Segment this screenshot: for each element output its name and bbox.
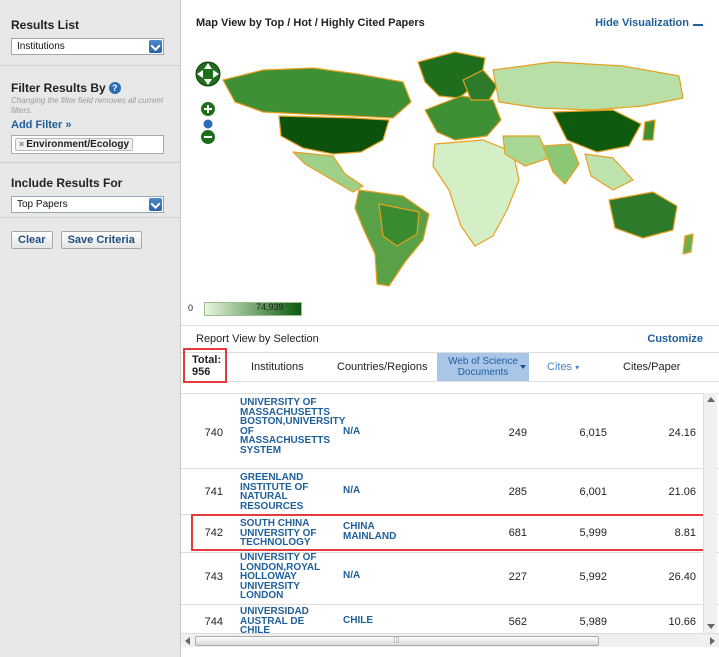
main-panel: Map View by Top / Hot / Highly Cited Pap… [181, 0, 719, 657]
hide-visualization-link[interactable]: Hide Visualization [595, 17, 689, 29]
filter-note: Changing the filter field removes all cu… [11, 96, 164, 115]
row-institution-link[interactable]: UNIVERSITY OF LONDON,ROYAL HOLLOWAY UNIV… [240, 553, 332, 601]
row-cites: 5,992 [579, 571, 607, 583]
world-map[interactable] [193, 40, 703, 296]
row-docs: 249 [508, 427, 527, 439]
collapse-icon[interactable] [693, 24, 703, 26]
sort-arrow-icon[interactable] [520, 365, 526, 369]
sidebar: Results List Institutions Filter Results… [0, 0, 181, 657]
row-cites-per-paper: 24.16 [668, 427, 696, 439]
map-region-russia [492, 61, 684, 111]
row-country[interactable]: N/A [343, 427, 360, 437]
report-title: Report View by Selection [196, 333, 319, 345]
filter-section: Filter Results By? Changing the filter f… [0, 66, 180, 163]
table-row[interactable]: 744 UNIVERSIDAD AUSTRAL DE CHILE CHILE 5… [181, 605, 719, 633]
row-cites: 6,001 [579, 486, 607, 498]
include-section: Include Results For Top Papers [0, 163, 180, 218]
row-cites-per-paper: 10.66 [668, 616, 696, 628]
table-row[interactable]: 741 GREENLAND INSTITUTE OF NATURAL RESOU… [181, 469, 719, 515]
legend-max: 74,939 [256, 302, 284, 312]
column-wos-documents[interactable]: Web of Science Documents [437, 353, 529, 381]
table-body: 740 UNIVERSITY OF MASSACHUSETTS BOSTON,U… [181, 393, 719, 633]
map-region-canada [222, 67, 412, 119]
column-cites-per-paper[interactable]: Cites/Paper [623, 361, 680, 373]
map-region-se-asia [584, 153, 634, 191]
include-title: Include Results For [11, 176, 123, 190]
map-navigation-control[interactable] [195, 60, 223, 144]
row-rank: 740 [204, 427, 223, 439]
row-rank: 743 [204, 571, 223, 583]
results-list-section: Results List Institutions [0, 0, 180, 66]
include-select[interactable]: Top Papers [11, 196, 164, 213]
report-bar: Report View by Selection Customize [181, 325, 719, 351]
row-docs: 562 [508, 616, 527, 628]
map-region-central-america [292, 151, 364, 193]
row-cites-per-paper: 26.40 [668, 571, 696, 583]
scroll-right-icon[interactable] [710, 637, 715, 645]
color-legend [204, 302, 302, 316]
legend-min: 0 [188, 303, 194, 313]
results-list-value: Institutions [17, 41, 65, 52]
row-country[interactable]: N/A [343, 571, 360, 581]
row-institution-link[interactable]: UNIVERSIDAD AUSTRAL DE CHILE [240, 607, 332, 633]
column-cites-label: Cites [547, 361, 573, 373]
row-rank: 744 [204, 616, 223, 628]
active-filter-label: Environment/Ecology [26, 139, 130, 150]
row-cites: 6,015 [579, 427, 607, 439]
scroll-down-icon[interactable] [707, 624, 715, 629]
row-country[interactable]: N/A [343, 486, 360, 496]
scroll-up-icon[interactable] [707, 397, 715, 402]
customize-link[interactable]: Customize [647, 333, 703, 345]
row-docs: 285 [508, 486, 527, 498]
add-filter-link[interactable]: Add Filter » [11, 119, 169, 131]
chevron-down-icon[interactable] [149, 198, 162, 211]
column-countries[interactable]: Countries/Regions [337, 361, 428, 373]
row-institution-link[interactable]: GREENLAND INSTITUTE OF NATURAL RESOURCES [240, 472, 332, 511]
row-country[interactable]: CHILE [343, 616, 373, 626]
row-cites: 5,989 [579, 616, 607, 628]
highlight-box [191, 514, 708, 551]
row-cites-per-paper: 21.06 [668, 486, 696, 498]
table-row[interactable]: 743 UNIVERSITY OF LONDON,ROYAL HOLLOWAY … [181, 553, 719, 605]
total-count: Total: 956 [183, 348, 227, 383]
row-docs: 227 [508, 571, 527, 583]
active-filter-box: × Environment/Ecology [11, 135, 164, 154]
map-region-australia [608, 191, 678, 239]
map-region-new-zealand [682, 233, 694, 255]
clear-button[interactable]: Clear [11, 231, 53, 249]
column-cites[interactable]: Cites ▾ [547, 361, 579, 373]
vertical-scrollbar[interactable] [703, 393, 717, 633]
chevron-down-icon[interactable] [149, 40, 162, 53]
results-list-title: Results List [11, 18, 80, 32]
sidebar-actions: Clear Save Criteria [0, 218, 180, 249]
filter-title: Filter Results By? [11, 81, 169, 95]
table-row[interactable]: 740 UNIVERSITY OF MASSACHUSETTS BOSTON,U… [181, 394, 719, 469]
visualization-title: Map View by Top / Hot / Highly Cited Pap… [196, 17, 425, 29]
save-criteria-button[interactable]: Save Criteria [60, 231, 142, 249]
row-institution-link[interactable]: UNIVERSITY OF MASSACHUSETTS BOSTON,UNIVE… [240, 398, 345, 456]
map-region-usa [278, 115, 390, 155]
total-value: 956 [192, 366, 211, 378]
results-list-select[interactable]: Institutions [11, 38, 164, 55]
row-rank: 741 [204, 486, 223, 498]
filter-title-text: Filter Results By [11, 81, 106, 95]
help-icon[interactable]: ? [108, 82, 121, 94]
map-region-europe [424, 95, 502, 141]
map-region-japan [642, 119, 656, 141]
remove-filter-icon[interactable]: × [19, 139, 24, 149]
include-value: Top Papers [17, 199, 68, 210]
column-institutions[interactable]: Institutions [251, 361, 304, 373]
map-region-india [542, 143, 580, 185]
map-region-africa [432, 139, 520, 247]
horizontal-scrollbar[interactable]: ⁞⁞⁞ [181, 633, 719, 647]
grip-icon: ⁞⁞⁞ [393, 636, 400, 645]
scroll-left-icon[interactable] [185, 637, 190, 645]
active-filter-chip: × Environment/Ecology [15, 138, 134, 151]
sort-arrow-icon: ▾ [575, 363, 580, 372]
total-label: Total: [192, 354, 222, 366]
